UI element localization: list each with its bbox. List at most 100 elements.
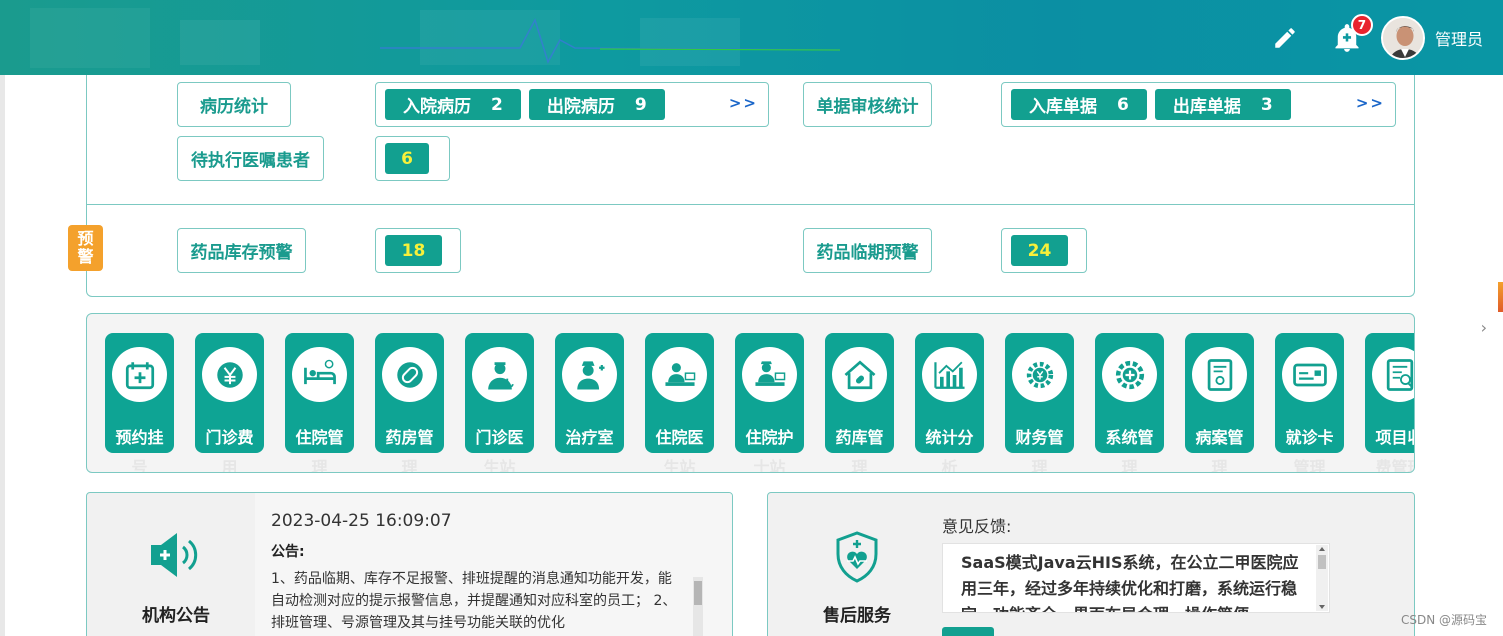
module-label: 就诊卡 管理 [1275,423,1344,473]
notification-badge: 7 [1350,13,1373,36]
card-icon [1292,363,1327,386]
module-label-line1: 住院护 [745,428,794,447]
pending-orders-label: 待执行医嘱患者 [177,136,324,181]
module-tile[interactable]: 就诊卡 管理 [1275,333,1344,472]
module-label: 项目收费管理 [1365,423,1414,473]
pending-orders-value-box: 6 [375,136,450,181]
warning-tag: 预 警 [68,225,103,271]
module-label-line2: 理 [1031,458,1048,473]
module-label-line1: 门诊医 [475,428,524,447]
desk-nurse-icon [754,360,785,386]
module-tile[interactable]: 住院护 士站 [735,333,804,472]
module-tile[interactable]: 住院医 生站 [645,333,714,472]
module-label-line1: 住院医 [655,428,704,447]
module-label: 住院护 士站 [735,423,804,473]
notice-scrollbar[interactable] [693,577,703,636]
module-label-line2: 理 [1121,458,1138,473]
module-icon-circle [652,347,707,402]
feedback-scrollbar[interactable] [1316,545,1328,611]
module-label-line2: 士站 [753,458,786,473]
module-label-line1: 药房管 [385,428,434,447]
notice-heading: 公告: [271,544,305,560]
drug-stock-warn-label: 药品库存预警 [177,228,306,273]
module-label: 门诊医 生站 [465,423,534,473]
module-label-line2: 号 [131,458,148,473]
service-panel: 售后服务 意见反馈: SaaS模式Java云HIS系统，在公立二甲医院应用三年，… [767,492,1415,636]
module-label-line1: 就诊卡 [1285,428,1334,447]
module-label-line1: 系统管 [1105,428,1154,447]
page-scroll-indicator[interactable] [1498,282,1503,312]
notification-button[interactable]: 7 [1327,13,1373,58]
gear-plus-icon [1115,360,1144,389]
module-icon-circle [1012,347,1067,402]
module-label-line2: 管理 [1293,458,1326,473]
nurse-icon [576,360,605,390]
module-icon-circle [472,347,527,402]
module-label: 统计分析 [915,423,984,473]
inbound-bill-pill[interactable]: 入库单据 6 [1011,89,1147,120]
module-tile[interactable]: 治疗室 [555,333,624,453]
module-tile[interactable]: 统计分析 [915,333,984,472]
watermark: CSDN @源码宝 [1400,613,1487,627]
bill-audit-values: 入库单据 6 出库单据 3 >> [1001,82,1396,127]
admission-records-pill[interactable]: 入院病历 2 [385,89,521,120]
bill-audit-label: 单据审核统计 [803,82,932,127]
shield-heart-icon [836,531,878,583]
money-gear-icon [1026,361,1053,388]
module-icon-circle [382,347,437,402]
module-tile[interactable]: 药房管理 [375,333,444,472]
feedback-label: 意见反馈: [942,517,1012,536]
notice-body: 1、药品临期、库存不足报警、排班提醒的消息通知功能开发，能自动检测对应的提示报警… [271,571,677,631]
submit-feedback-button[interactable] [942,627,994,636]
invoice-icon [1386,358,1413,391]
module-label-line1: 统计分 [925,428,974,447]
module-icon-circle [562,347,617,402]
warehouse-icon [844,359,875,389]
pill-icon [396,361,423,388]
edit-button[interactable] [1265,18,1305,58]
record-icon [1207,358,1232,391]
module-tile[interactable]: 门诊医 生站 [465,333,534,472]
chevron-right-icon[interactable]: › [1481,318,1487,337]
module-icon-circle [202,347,257,402]
module-label-line2: 析 [941,458,958,473]
module-icon-circle [922,347,977,402]
module-icon-circle [1102,347,1157,402]
module-label: 门诊费用 [195,423,264,472]
bill-audit-more-link[interactable]: >> [1356,94,1385,112]
feedback-textarea[interactable]: SaaS模式Java云HIS系统，在公立二甲医院应用三年，经过多年持续优化和打磨… [942,543,1330,613]
top-header: 7 管理员 [0,0,1503,75]
module-tile[interactable]: 项目收费管理 [1365,333,1414,472]
drug-stock-warn-value[interactable]: 18 [385,235,442,266]
module-label-line2: 理 [311,458,328,473]
module-tile[interactable]: 财务管理 [1005,333,1074,472]
module-label-line2: 生站 [483,458,516,473]
module-label-line1: 病案管 [1195,428,1244,447]
outbound-bill-pill[interactable]: 出库单据 3 [1154,89,1291,120]
bar-chart-icon [933,361,965,389]
discharge-records-pill[interactable]: 出院病历 9 [528,89,665,120]
module-label-line2: 费管理 [1375,458,1414,473]
drug-expiry-warn-value[interactable]: 24 [1011,235,1068,266]
module-label-line1: 门诊费 [205,428,254,447]
pending-orders-value[interactable]: 6 [385,143,429,174]
calendar-plus-icon [125,361,154,389]
module-label: 药房管理 [375,423,444,472]
module-tile[interactable]: 预约挂号 [105,333,174,472]
avatar[interactable] [1380,15,1425,60]
module-tile[interactable]: 住院管理 [285,333,354,472]
module-tile[interactable]: 门诊费用 [195,333,264,472]
module-icon-circle [1372,347,1414,402]
module-icon-circle [292,347,347,402]
header-decoration [30,8,841,68]
user-name[interactable]: 管理员 [1435,26,1483,50]
module-label-line1: 项目收 [1375,428,1414,447]
module-tile[interactable]: 病案管理 [1185,333,1254,472]
drug-expiry-warn-label: 药品临期预警 [803,228,932,273]
drug-expiry-warn-value-box: 24 [1001,228,1087,273]
module-tile[interactable]: 药库管理 [825,333,894,472]
module-tile[interactable]: 系统管理 [1095,333,1164,472]
medical-records-more-link[interactable]: >> [729,94,758,112]
speaker-icon [151,533,198,577]
doctor-icon [487,361,514,390]
